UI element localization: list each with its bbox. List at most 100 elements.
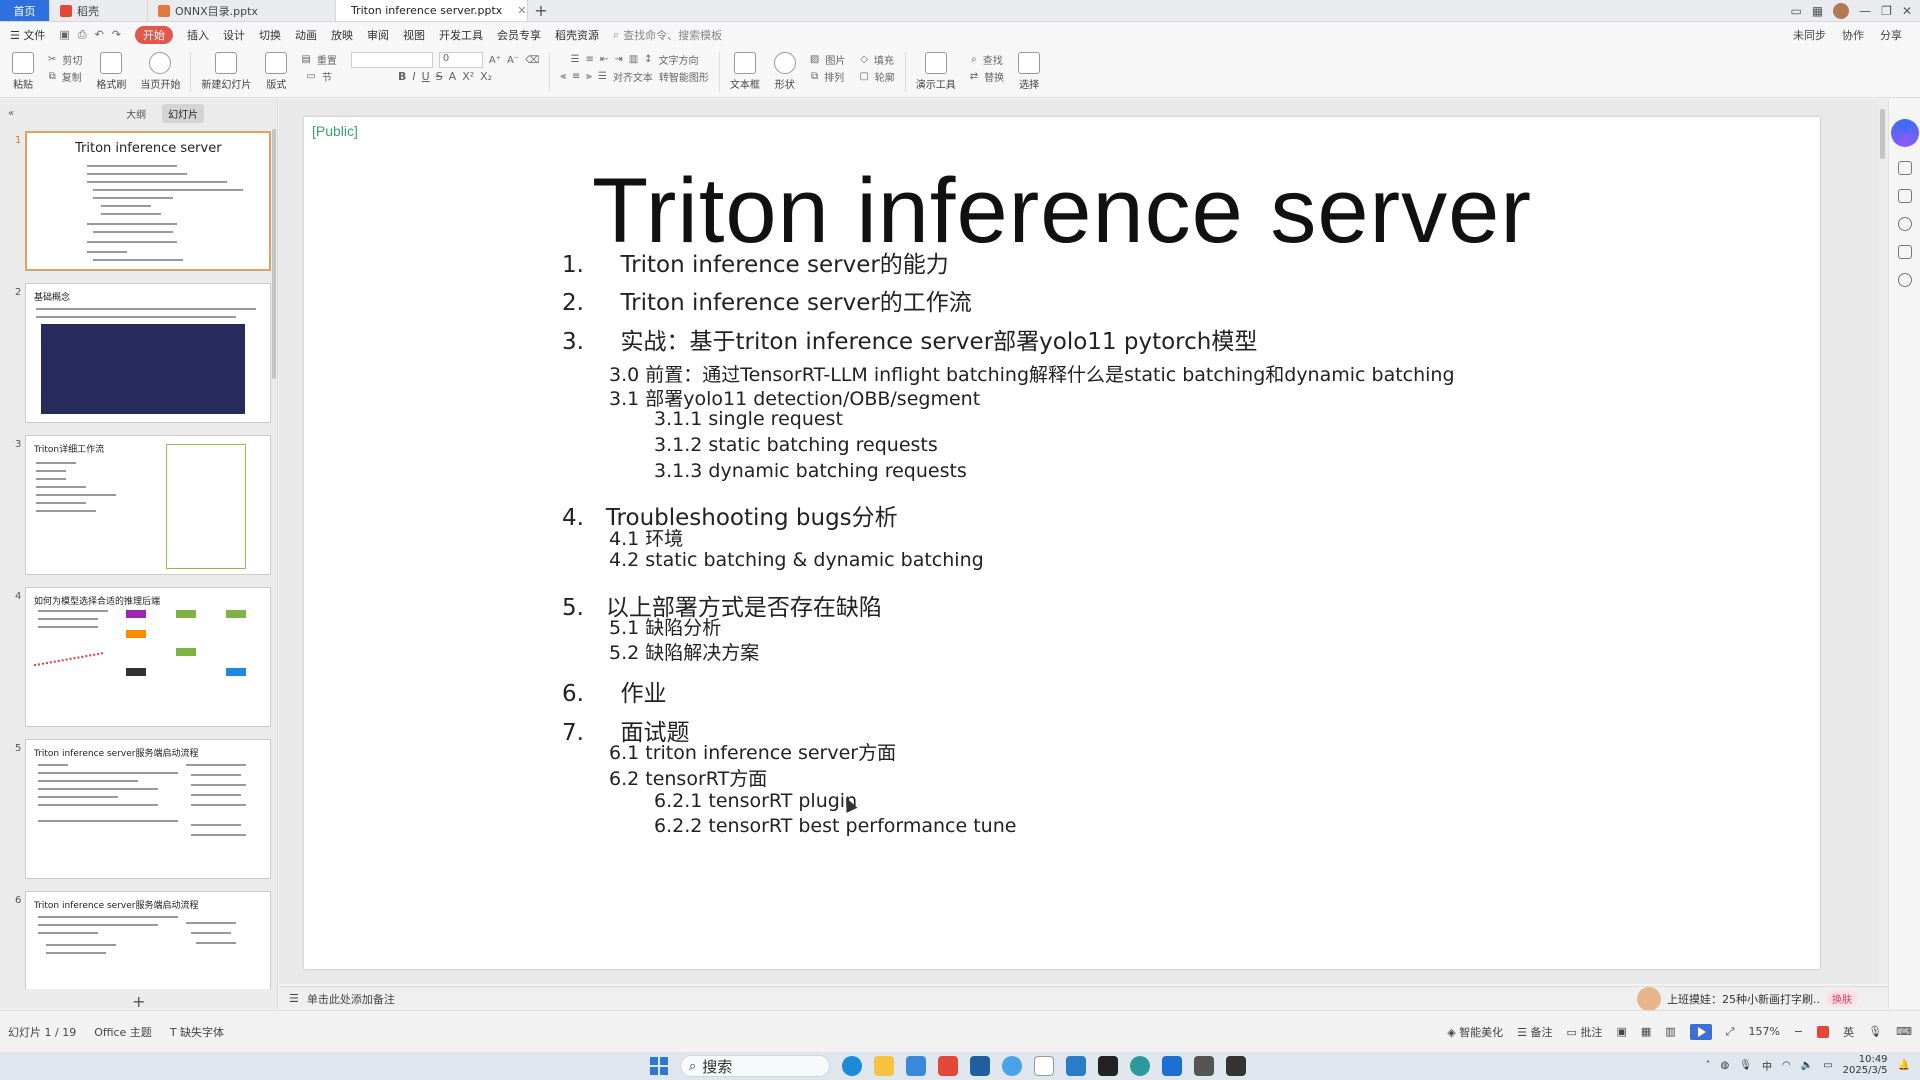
chrome-icon[interactable]	[1130, 1056, 1150, 1076]
find-button[interactable]: ⌕ 查找	[971, 52, 1003, 67]
slide-thumbnail[interactable]: 2 基础概念	[0, 283, 278, 423]
sorter-view-icon[interactable]: ▦	[1641, 1025, 1651, 1038]
minimize-icon[interactable]: —	[1859, 4, 1871, 18]
tab-docer[interactable]: 稻壳	[50, 0, 148, 21]
toc-item-level-3[interactable]: 6.2.2 tensorRT best performance tune	[654, 815, 1016, 837]
tab-outline[interactable]: 大纲	[120, 104, 152, 123]
format-painter-button[interactable]: 格式刷	[92, 52, 130, 91]
ai-assistant-icon[interactable]	[1890, 119, 1919, 147]
toc-item-level-1[interactable]: 6. 作业	[562, 674, 667, 708]
wps-logo-icon[interactable]	[1817, 1025, 1830, 1038]
slideshow-button[interactable]	[1689, 1023, 1712, 1040]
cut-button[interactable]: ✂ 剪切	[48, 52, 82, 67]
store-icon[interactable]	[970, 1056, 990, 1076]
decrease-font-icon[interactable]: A⁻	[507, 55, 519, 66]
font-name-box[interactable]	[350, 52, 433, 68]
tab-home[interactable]: 首页	[0, 0, 50, 21]
zoom-fit-icon[interactable]: ⤢	[1726, 1025, 1735, 1039]
calculator-icon[interactable]	[1194, 1056, 1214, 1076]
align-right-icon[interactable]: ⫸	[586, 71, 592, 82]
layers-icon[interactable]	[1897, 189, 1912, 203]
toc-item-level-1[interactable]: 2. Triton inference server的工作流	[562, 283, 972, 317]
clear-format-icon[interactable]: ⌫	[525, 55, 539, 66]
app-icon[interactable]	[906, 1056, 926, 1076]
mic-icon[interactable]: 🎙	[1868, 1025, 1882, 1038]
toc-item-level-2[interactable]: 3.0 前置：通过TensorRT-LLM inflight batching解…	[609, 360, 1455, 387]
slide-thumbnail[interactable]: 4 如何为模型选择合适的推理后端	[0, 587, 278, 727]
command-search[interactable]: ⌕ 查找命令、搜索模板	[613, 27, 722, 43]
app2-icon[interactable]	[1162, 1056, 1182, 1076]
copy-button[interactable]: ⧉ 复制	[49, 69, 82, 84]
toc-item-level-2[interactable]: 6.2 tensorRT方面	[609, 764, 767, 791]
menu-view[interactable]: 视图	[403, 27, 425, 43]
comments-toggle[interactable]: ▭ 批注	[1567, 1024, 1603, 1040]
toc-item-level-2[interactable]: 4.2 static batching & dynamic batching	[609, 549, 984, 571]
smartart-button[interactable]: 转智能图形	[659, 69, 709, 84]
settings-icon[interactable]	[1897, 245, 1912, 259]
toc-item-level-3[interactable]: 3.1.2 static batching requests	[654, 434, 938, 456]
strikethrough-icon[interactable]: S	[436, 70, 443, 83]
clock[interactable]: 10:49 2025/3/5	[1843, 1054, 1888, 1076]
select-button[interactable]: 选择	[1014, 52, 1044, 91]
start-icon[interactable]	[650, 1057, 668, 1075]
align-center-icon[interactable]: ≡	[572, 71, 580, 82]
toc-item-level-2[interactable]: 3.1 部署yolo11 detection/OBB/segment	[609, 384, 980, 411]
battery-icon[interactable]: ▭	[1823, 1060, 1832, 1071]
folder-icon[interactable]	[874, 1056, 894, 1076]
toc-item-level-2[interactable]: 5.1 缺陷分析	[609, 613, 721, 640]
picture-button[interactable]: ▨ 图片	[810, 52, 845, 67]
zoom-level[interactable]: 157%	[1748, 1025, 1779, 1038]
justify-icon[interactable]: ☰	[598, 71, 607, 82]
keyboard-icon[interactable]: ⌨	[1896, 1025, 1912, 1038]
ime-label[interactable]: 英	[1843, 1024, 1854, 1040]
new-slide-button[interactable]: 新建幻灯片	[197, 52, 255, 91]
toc-item-level-3[interactable]: 6.2.1 tensorRT plugin	[654, 790, 857, 812]
typora-icon[interactable]	[1034, 1056, 1054, 1076]
edge-icon[interactable]	[842, 1056, 862, 1076]
layout-button[interactable]: 版式	[261, 52, 291, 91]
slide-thumbnail[interactable]: 1 Triton inference server	[0, 131, 278, 271]
browser-icon[interactable]	[1002, 1056, 1022, 1076]
notification-icon[interactable]: 🔔	[1898, 1060, 1910, 1071]
vscode-icon[interactable]	[1066, 1056, 1086, 1076]
menu-design[interactable]: 设计	[223, 27, 245, 43]
bullet-list-icon[interactable]: ☰	[571, 54, 580, 65]
notes-toggle[interactable]: ☰ 备注	[1517, 1024, 1552, 1040]
taskbar-search[interactable]: ⌕ 搜索	[680, 1055, 830, 1077]
toc-item-level-1[interactable]: 1. Triton inference server的能力	[562, 245, 949, 279]
tab-onnx[interactable]: ONNX目录.pptx	[148, 0, 336, 21]
menu-home[interactable]: 开始	[135, 26, 174, 44]
table-of-contents[interactable]: 1. Triton inference server的能力 2. Triton i…	[304, 117, 1820, 969]
subscript-icon[interactable]: X₂	[480, 70, 492, 83]
toc-item-level-1[interactable]: 3. 实战：基于triton inference server部署yolo11 …	[562, 322, 1257, 356]
font-size-box[interactable]: 0	[438, 52, 483, 68]
promo-banner[interactable]: 上班摸娃：25种小新画打字刷.. 换肤	[1637, 986, 1888, 1011]
decrease-indent-icon[interactable]: ⇤	[600, 54, 608, 65]
reset-button[interactable]: ▤ 重置	[301, 52, 336, 67]
font-color-icon[interactable]: A	[449, 70, 457, 83]
menu-developer[interactable]: 开发工具	[439, 27, 483, 43]
line-spacing-icon[interactable]: ↕	[644, 54, 652, 65]
replace-button[interactable]: ⇄ 替换	[970, 69, 1004, 84]
menu-docer-resources[interactable]: 稻壳资源	[555, 27, 599, 43]
chevron-up-icon[interactable]: ˄	[1706, 1060, 1711, 1071]
close-window-icon[interactable]: ✕	[1902, 4, 1912, 18]
toc-item-level-2[interactable]: 5.2 缺陷解决方案	[609, 638, 759, 665]
toc-item-level-3[interactable]: 3.1.1 single request	[654, 408, 843, 430]
textbox-button[interactable]: 文本框	[726, 52, 764, 91]
toc-item-level-2[interactable]: 6.1 triton inference server方面	[609, 738, 896, 765]
collaborate-button[interactable]: 协作	[1842, 27, 1864, 43]
layout-icon[interactable]: ▭	[1790, 4, 1801, 18]
underline-icon[interactable]: U	[422, 70, 430, 83]
menu-file[interactable]: ☰ 文件	[10, 27, 45, 43]
increase-indent-icon[interactable]: ⇥	[614, 54, 622, 65]
mic-tray-icon[interactable]: 🎙	[1739, 1060, 1752, 1071]
pin-icon[interactable]	[1897, 161, 1912, 175]
tab-slides[interactable]: 幻灯片	[162, 103, 205, 123]
shape-button[interactable]: 形状	[770, 52, 800, 91]
add-tab-button[interactable]: +	[528, 0, 554, 21]
text-direction-button[interactable]: 文字方向	[659, 52, 699, 67]
outline-button[interactable]: ▢ 轮廓	[859, 69, 894, 84]
menu-member[interactable]: 会员专享	[497, 27, 541, 43]
scrollbar-thumb[interactable]	[1880, 109, 1885, 159]
